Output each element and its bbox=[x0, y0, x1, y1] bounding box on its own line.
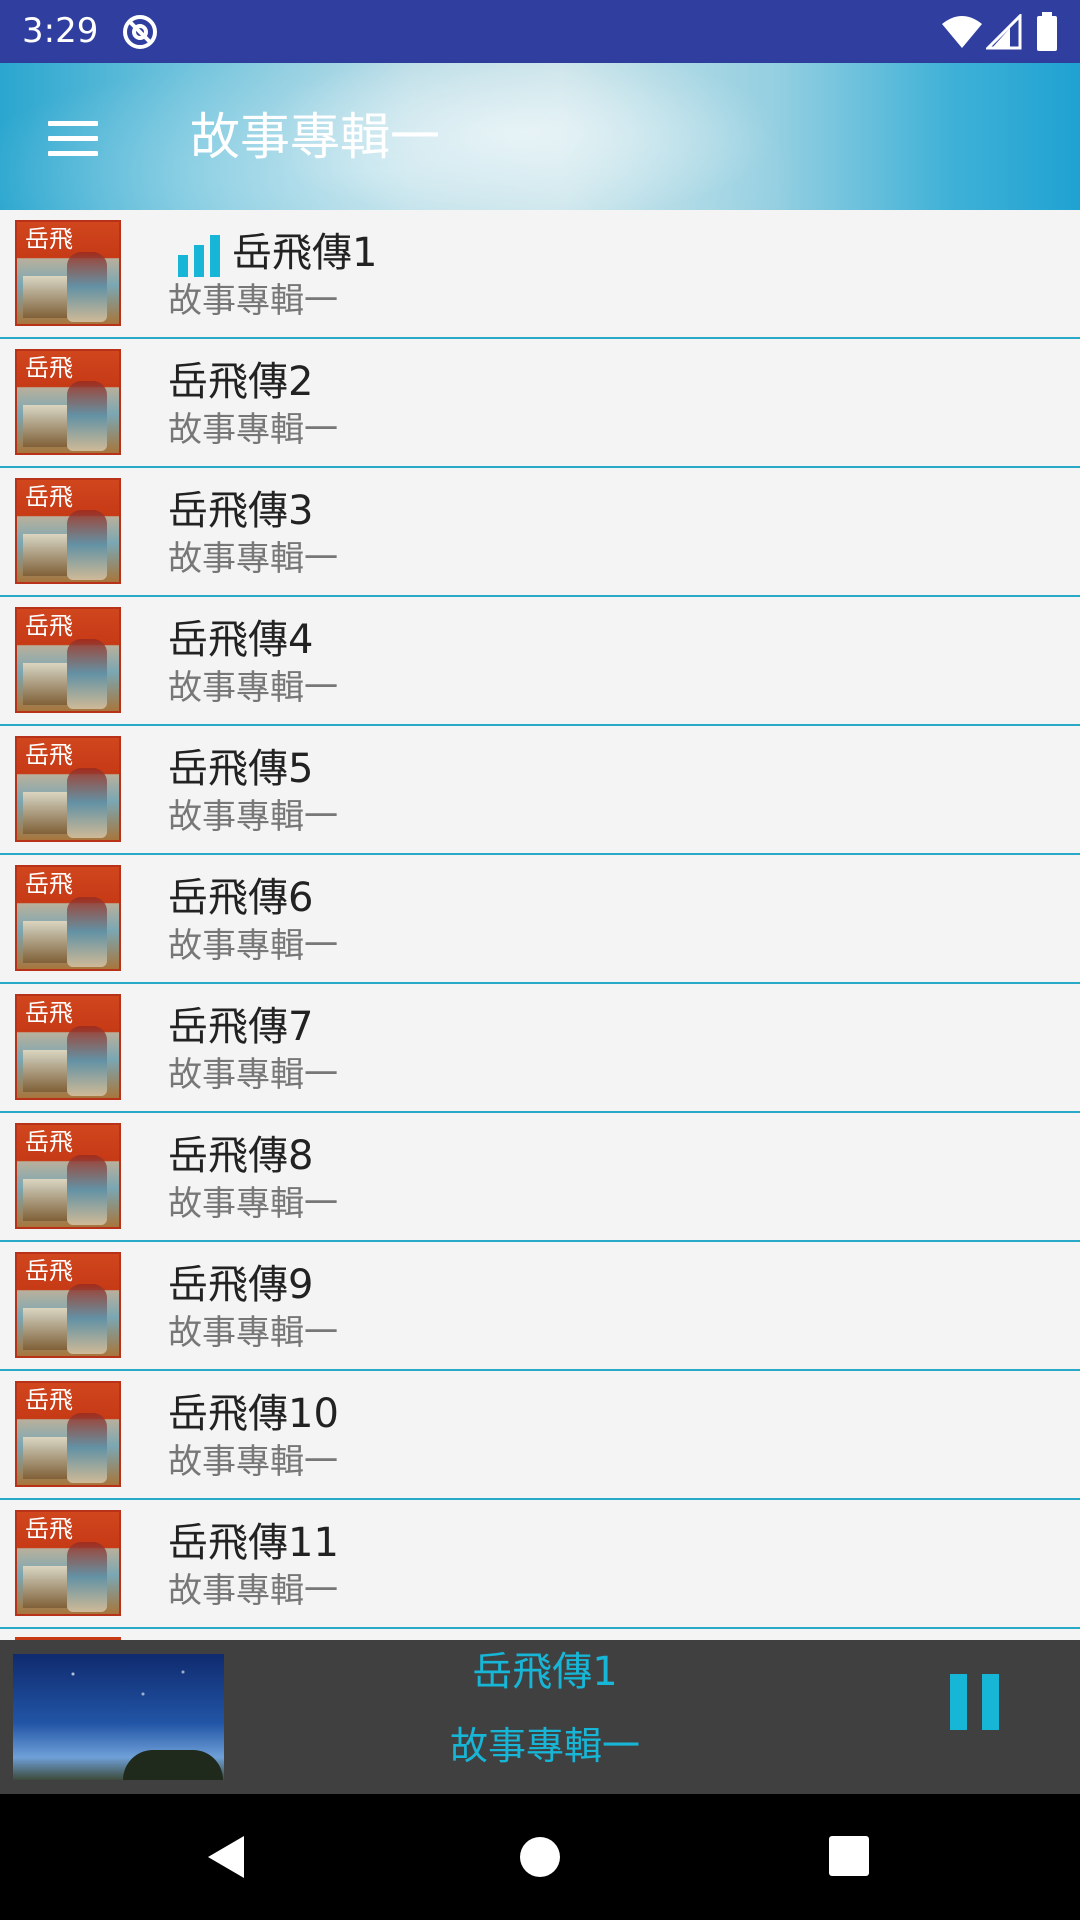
track-title: 岳飛傳2 bbox=[168, 359, 314, 405]
track-thumbnail: 岳飛 bbox=[15, 994, 121, 1100]
track-album: 故事專輯一 bbox=[168, 1055, 338, 1095]
track-album: 故事專輯一 bbox=[168, 1442, 338, 1482]
equalizer-icon bbox=[178, 235, 220, 277]
page-title: 故事專輯一 bbox=[190, 108, 440, 166]
thumbnail-text: 岳飛 bbox=[25, 483, 73, 511]
status-time: 3:29 bbox=[22, 11, 99, 51]
list-item[interactable]: 岳飛 岳飛傳9 故事專輯一 bbox=[0, 1242, 1080, 1371]
track-album: 故事專輯一 bbox=[168, 668, 338, 708]
track-album: 故事專輯一 bbox=[168, 1184, 338, 1224]
thumbnail-text: 岳飛 bbox=[25, 741, 73, 769]
track-thumbnail: 岳飛 bbox=[15, 1123, 121, 1229]
screen: 3:29 故事專輯一 岳飛 岳飛傳1 故事專輯一 岳飛 岳飛傳2 故事專輯一 岳… bbox=[0, 0, 1080, 1920]
status-bar: 3:29 bbox=[0, 0, 1080, 63]
list-item[interactable]: 岳飛 岳飛傳5 故事專輯一 bbox=[0, 726, 1080, 855]
thumbnail-text: 岳飛 bbox=[25, 1515, 73, 1543]
thumbnail-text: 岳飛 bbox=[25, 354, 73, 382]
track-thumbnail: 岳飛 bbox=[15, 220, 121, 326]
track-thumbnail: 岳飛 bbox=[15, 865, 121, 971]
track-thumbnail: 岳飛 bbox=[15, 478, 121, 584]
navigation-bar bbox=[0, 1794, 1080, 1920]
track-title: 岳飛傳4 bbox=[168, 617, 314, 663]
list-item[interactable]: 岳飛 岳飛傳6 故事專輯一 bbox=[0, 855, 1080, 984]
list-item[interactable]: 岳飛 岳飛傳8 故事專輯一 bbox=[0, 1113, 1080, 1242]
track-title: 岳飛傳11 bbox=[168, 1520, 339, 1566]
track-thumbnail: 岳飛 bbox=[15, 1252, 121, 1358]
track-list[interactable]: 岳飛 岳飛傳1 故事專輯一 岳飛 岳飛傳2 故事專輯一 岳飛 岳飛傳3 故事專輯一 岳飛 岳飛傳4 故… bbox=[0, 210, 1080, 1640]
track-thumbnail: 岳飛 bbox=[15, 1381, 121, 1487]
list-item[interactable]: 岳飛 岳飛傳2 故事專輯一 bbox=[0, 339, 1080, 468]
thumbnail-text: 岳飛 bbox=[25, 870, 73, 898]
track-album: 故事專輯一 bbox=[168, 1313, 338, 1353]
track-album: 故事專輯一 bbox=[168, 281, 338, 321]
list-item[interactable]: 岳飛 岳飛傳4 故事專輯一 bbox=[0, 597, 1080, 726]
recents-icon[interactable] bbox=[817, 1824, 883, 1890]
track-title: 岳飛傳10 bbox=[168, 1391, 339, 1437]
thumbnail-text: 岳飛 bbox=[25, 1257, 73, 1285]
menu-button[interactable] bbox=[32, 103, 112, 173]
battery-icon bbox=[1037, 12, 1057, 51]
track-title: 岳飛傳8 bbox=[168, 1133, 314, 1179]
track-album: 故事專輯一 bbox=[168, 410, 338, 450]
thumbnail-text: 岳飛 bbox=[25, 999, 73, 1027]
track-title: 岳飛傳1 bbox=[232, 230, 378, 276]
thumbnail-text: 岳飛 bbox=[25, 1128, 73, 1156]
list-item[interactable]: 岳飛 岳飛傳7 故事專輯一 bbox=[0, 984, 1080, 1113]
track-album: 故事專輯一 bbox=[168, 539, 338, 579]
track-album: 故事專輯一 bbox=[168, 1571, 338, 1611]
list-item[interactable]: 岳飛 岳飛傳3 故事專輯一 bbox=[0, 468, 1080, 597]
signal-icon bbox=[986, 14, 1022, 50]
track-title: 岳飛傳9 bbox=[168, 1262, 314, 1308]
track-title: 岳飛傳6 bbox=[168, 875, 314, 921]
track-title: 岳飛傳5 bbox=[168, 746, 314, 792]
list-item[interactable]: 岳飛 岳飛傳1 故事專輯一 bbox=[0, 210, 1080, 339]
pause-button[interactable] bbox=[940, 1668, 1010, 1738]
thumbnail-text: 岳飛 bbox=[25, 612, 73, 640]
track-thumbnail: 岳飛 bbox=[15, 607, 121, 713]
home-icon[interactable] bbox=[507, 1824, 573, 1890]
app-bar: 故事專輯一 bbox=[0, 63, 1080, 210]
track-title: 岳飛傳7 bbox=[168, 1004, 314, 1050]
track-thumbnail: 岳飛 bbox=[15, 1510, 121, 1616]
thumbnail-text: 岳飛 bbox=[25, 225, 73, 253]
list-item[interactable]: 岳飛 岳飛傳10 故事專輯一 bbox=[0, 1371, 1080, 1500]
list-item[interactable]: 岳飛 岳飛傳11 故事專輯一 bbox=[0, 1500, 1080, 1629]
track-album: 故事專輯一 bbox=[168, 926, 338, 966]
track-album: 故事專輯一 bbox=[168, 797, 338, 837]
track-thumbnail: 岳飛 bbox=[15, 349, 121, 455]
do-not-disturb-icon bbox=[123, 15, 157, 49]
thumbnail-text: 岳飛 bbox=[25, 1386, 73, 1414]
track-title: 岳飛傳3 bbox=[168, 488, 314, 534]
wifi-icon bbox=[942, 16, 982, 48]
now-playing-title: 岳飛傳1 bbox=[472, 1649, 618, 1695]
track-thumbnail: 岳飛 bbox=[15, 736, 121, 842]
now-playing-subtitle: 故事專輯一 bbox=[449, 1724, 640, 1768]
back-icon[interactable] bbox=[196, 1824, 262, 1890]
